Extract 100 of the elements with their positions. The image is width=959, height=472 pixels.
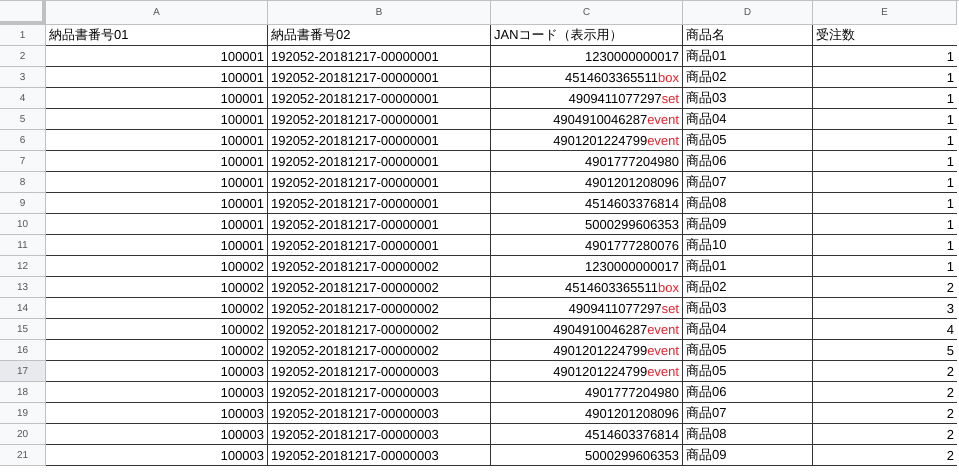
- table-cell: 192052-20181217-00000003: [268, 403, 491, 424]
- table-cell: 商品05: [683, 340, 813, 361]
- table-cell: 192052-20181217-00000001: [268, 67, 491, 88]
- row-header[interactable]: 21: [0, 445, 46, 466]
- table-cell: 1: [813, 235, 957, 256]
- table-cell: 1: [813, 151, 957, 172]
- table-cell: 商品06: [683, 382, 813, 403]
- table-cell: 192052-20181217-00000002: [268, 340, 491, 361]
- column-header[interactable]: A: [46, 1, 268, 25]
- table-cell: 4901777204980: [491, 382, 683, 403]
- table-cell: 4901201224799event: [491, 130, 683, 151]
- row-header[interactable]: 2: [0, 46, 46, 67]
- table-cell: 商品名: [683, 25, 813, 46]
- table-cell: 4904910046287event: [491, 319, 683, 340]
- column-header[interactable]: C: [491, 1, 683, 25]
- table-cell: 商品01: [683, 256, 813, 277]
- table-cell: 100003: [46, 361, 268, 382]
- row-header[interactable]: 13: [0, 277, 46, 298]
- table-cell: 4514603376814: [491, 424, 683, 445]
- row-header[interactable]: 1: [0, 25, 46, 46]
- table-cell: 192052-20181217-00000003: [268, 361, 491, 382]
- table-cell: 商品06: [683, 151, 813, 172]
- table-cell: 100003: [46, 382, 268, 403]
- row-header[interactable]: 20: [0, 424, 46, 445]
- table-cell: 100001: [46, 151, 268, 172]
- table-cell: 192052-20181217-00000003: [268, 382, 491, 403]
- table-cell: 100003: [46, 424, 268, 445]
- row-header[interactable]: 15: [0, 319, 46, 340]
- table-cell: 192052-20181217-00000002: [268, 319, 491, 340]
- table-cell: 192052-20181217-00000001: [268, 172, 491, 193]
- table-cell: 4901201224799event: [491, 361, 683, 382]
- table-cell: 1: [813, 67, 957, 88]
- table-cell: 4904910046287event: [491, 109, 683, 130]
- table-cell: 192052-20181217-00000002: [268, 298, 491, 319]
- row-header[interactable]: 6: [0, 130, 46, 151]
- table-cell: 受注数: [813, 25, 957, 46]
- table-cell: 100002: [46, 256, 268, 277]
- table-cell: 3: [813, 298, 957, 319]
- row-header[interactable]: 18: [0, 382, 46, 403]
- table-cell: 商品05: [683, 361, 813, 382]
- table-cell: 4901201208096: [491, 172, 683, 193]
- table-cell: 4: [813, 319, 957, 340]
- row-header[interactable]: 14: [0, 298, 46, 319]
- table-cell: 4909411077297set: [491, 88, 683, 109]
- table-cell: 商品04: [683, 319, 813, 340]
- row-header[interactable]: 7: [0, 151, 46, 172]
- table-cell: 4514603365511box: [491, 67, 683, 88]
- table-cell: 192052-20181217-00000001: [268, 235, 491, 256]
- table-cell: 100002: [46, 277, 268, 298]
- table-cell: 商品10: [683, 235, 813, 256]
- table-cell: 商品03: [683, 298, 813, 319]
- table-cell: 100001: [46, 46, 268, 67]
- table-cell: 商品02: [683, 277, 813, 298]
- row-header[interactable]: 4: [0, 88, 46, 109]
- table-cell: 192052-20181217-00000001: [268, 214, 491, 235]
- table-cell: 100001: [46, 67, 268, 88]
- table-cell: 100001: [46, 172, 268, 193]
- table-cell: 商品04: [683, 109, 813, 130]
- table-cell: 納品書番号02: [268, 25, 491, 46]
- table-cell: 納品書番号01: [46, 25, 268, 46]
- table-cell: 2: [813, 424, 957, 445]
- table-cell: 商品09: [683, 445, 813, 466]
- row-header[interactable]: 11: [0, 235, 46, 256]
- table-cell: 1: [813, 193, 957, 214]
- table-cell: 商品09: [683, 214, 813, 235]
- table-cell: 4901201208096: [491, 403, 683, 424]
- table-cell: 100001: [46, 109, 268, 130]
- table-cell: 100003: [46, 445, 268, 466]
- table-cell: 1: [813, 109, 957, 130]
- column-header[interactable]: D: [683, 1, 813, 25]
- table-cell: 1: [813, 256, 957, 277]
- table-cell: 4909411077297set: [491, 298, 683, 319]
- table-cell: 商品05: [683, 130, 813, 151]
- row-header[interactable]: 8: [0, 172, 46, 193]
- table-cell: JANコード（表示用）: [491, 25, 683, 46]
- table-cell: 商品01: [683, 46, 813, 67]
- row-header[interactable]: 19: [0, 403, 46, 424]
- table-cell: 5000299606353: [491, 214, 683, 235]
- select-all-corner[interactable]: [0, 1, 46, 25]
- row-header[interactable]: 9: [0, 193, 46, 214]
- table-cell: 4901201224799event: [491, 340, 683, 361]
- row-header[interactable]: 5: [0, 109, 46, 130]
- table-cell: 1: [813, 46, 957, 67]
- table-cell: 4514603365511box: [491, 277, 683, 298]
- table-cell: 4901777204980: [491, 151, 683, 172]
- table-cell: 4901777280076: [491, 235, 683, 256]
- row-header[interactable]: 3: [0, 67, 46, 88]
- row-header[interactable]: 17: [0, 361, 46, 382]
- table-cell: 192052-20181217-00000003: [268, 424, 491, 445]
- table-cell: 100002: [46, 319, 268, 340]
- table-cell: 192052-20181217-00000001: [268, 109, 491, 130]
- row-header[interactable]: 10: [0, 214, 46, 235]
- column-header[interactable]: E: [813, 1, 957, 25]
- table-cell: 100003: [46, 403, 268, 424]
- row-header[interactable]: 16: [0, 340, 46, 361]
- table-cell: 192052-20181217-00000001: [268, 193, 491, 214]
- table-cell: 1230000000017: [491, 256, 683, 277]
- column-header[interactable]: B: [268, 1, 491, 25]
- row-header[interactable]: 12: [0, 256, 46, 277]
- table-cell: 商品07: [683, 172, 813, 193]
